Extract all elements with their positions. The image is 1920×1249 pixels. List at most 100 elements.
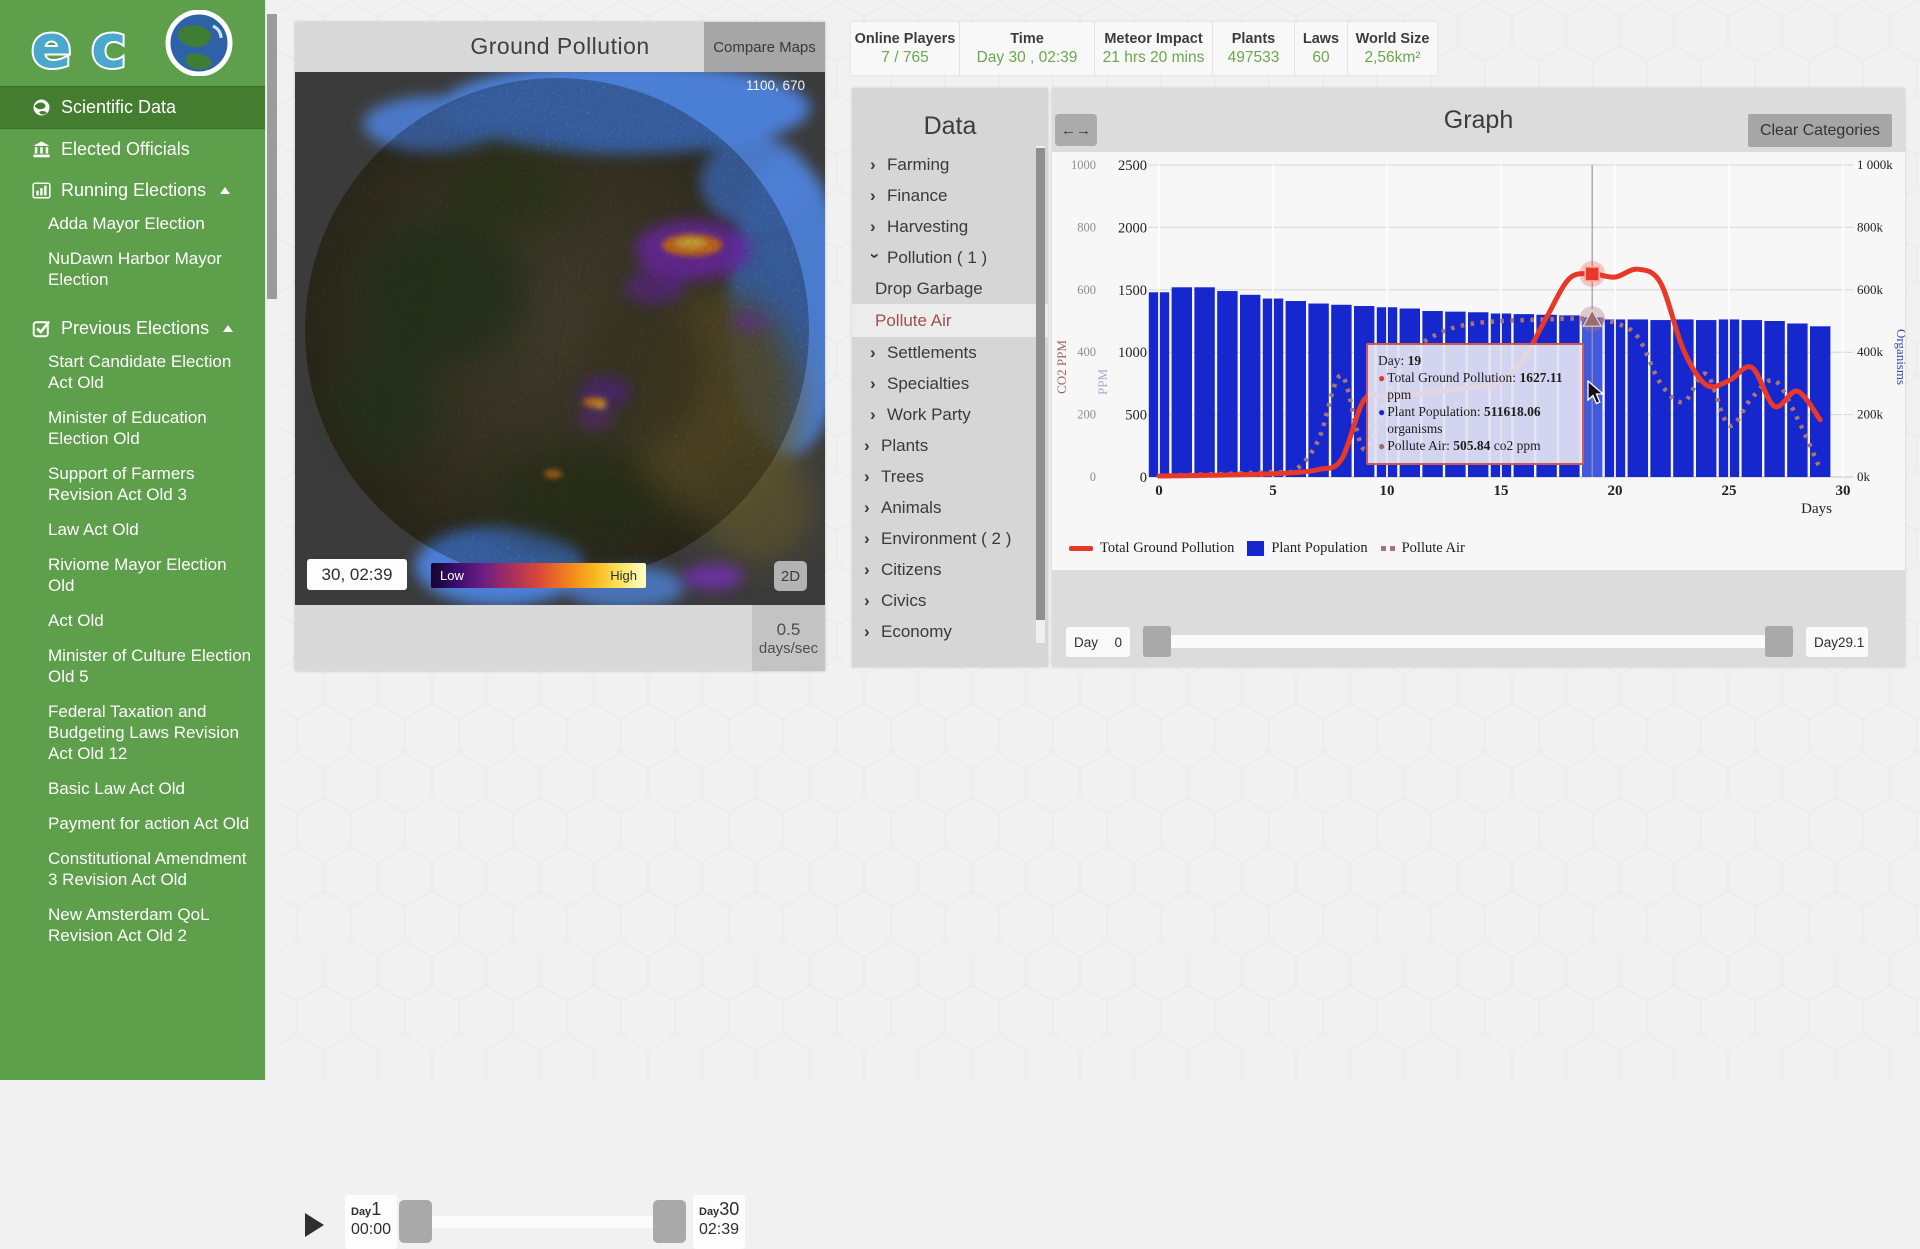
stat-value: 7 / 765 bbox=[881, 49, 928, 67]
legend-label: Plant Population bbox=[1271, 540, 1367, 557]
eco-logo: e c bbox=[0, 0, 265, 86]
timeline-handle-left[interactable] bbox=[399, 1200, 432, 1243]
svg-text:2500: 2500 bbox=[1118, 158, 1147, 174]
map-header: Ground Pollution Compare Maps bbox=[295, 22, 825, 72]
svg-text:15: 15 bbox=[1494, 483, 1509, 499]
sidebar-scrollbar[interactable] bbox=[265, 0, 277, 1080]
collapse-caret-icon bbox=[223, 325, 233, 332]
sidebar-subitem[interactable]: New Amsterdam QoL Revision Act Old 2 bbox=[48, 904, 255, 946]
bar-day-1 bbox=[1172, 287, 1192, 477]
sidebar-scrollbar-thumb[interactable] bbox=[267, 14, 277, 299]
data-category-label: Animals bbox=[881, 498, 941, 518]
sidebar-subitem[interactable]: Payment for action Act Old bbox=[48, 813, 255, 834]
data-category-work-party[interactable]: ›Work Party bbox=[852, 399, 1048, 430]
data-category-label: Environment ( 2 ) bbox=[881, 529, 1011, 549]
bar-day-3 bbox=[1217, 291, 1237, 477]
svg-text:0: 0 bbox=[1155, 483, 1163, 499]
sidebar-subitem[interactable]: Basic Law Act Old bbox=[48, 778, 255, 799]
chevron-right-icon: › bbox=[870, 343, 880, 363]
range-end-label: Day29.1 bbox=[1806, 627, 1868, 657]
data-category-environment-2[interactable]: ›Environment ( 2 ) bbox=[852, 523, 1048, 554]
range-handle-left[interactable] bbox=[1143, 626, 1171, 657]
data-panel-scrollbar[interactable] bbox=[1036, 146, 1045, 643]
svg-text:Days: Days bbox=[1801, 501, 1832, 517]
sidebar-subitem[interactable]: Support of Farmers Revision Act Old 3 bbox=[48, 463, 255, 505]
data-category-civics[interactable]: ›Civics bbox=[852, 585, 1048, 616]
svg-text:1500: 1500 bbox=[1118, 283, 1147, 299]
world-map[interactable] bbox=[295, 72, 825, 605]
legend-label: Pollute Air bbox=[1402, 540, 1465, 557]
sidebar-subitem[interactable]: NuDawn Harbor Mayor Election bbox=[48, 248, 255, 290]
svg-text:200: 200 bbox=[1077, 408, 1096, 422]
svg-text:1 000k: 1 000k bbox=[1857, 157, 1893, 172]
sidebar-item-label: Running Elections bbox=[61, 180, 206, 201]
svg-text:c: c bbox=[91, 12, 127, 76]
timeline-end-label: Day30 02:39 bbox=[693, 1195, 745, 1249]
data-category-trees[interactable]: ›Trees bbox=[852, 461, 1048, 492]
expand-range-button[interactable]: ←→ bbox=[1055, 114, 1097, 146]
data-category-label: Harvesting bbox=[887, 217, 968, 237]
data-category-farming[interactable]: ›Farming bbox=[852, 149, 1048, 180]
svg-text:800: 800 bbox=[1077, 220, 1096, 234]
data-category-economy[interactable]: ›Economy bbox=[852, 616, 1048, 647]
svg-text:0k: 0k bbox=[1857, 469, 1871, 484]
sidebar-item-elected-officials[interactable]: Elected Officials bbox=[0, 129, 265, 170]
stat-value: 60 bbox=[1312, 49, 1329, 67]
stat-laws: Laws60 bbox=[1295, 22, 1348, 75]
collapse-caret-icon bbox=[220, 187, 230, 194]
sidebar-item-previous-elections[interactable]: Previous Elections bbox=[0, 308, 265, 349]
legend-label: Total Ground Pollution bbox=[1100, 540, 1234, 557]
sidebar-subitem[interactable]: Law Act Old bbox=[48, 519, 255, 540]
data-scrollbar-thumb[interactable] bbox=[1036, 148, 1045, 620]
svg-text:800k: 800k bbox=[1857, 219, 1884, 234]
map-2d-toggle-button[interactable]: 2D bbox=[774, 561, 807, 591]
sidebar-item-running-elections[interactable]: Running Elections bbox=[0, 170, 265, 211]
sidebar-item-scientific-data[interactable]: Scientific Data bbox=[0, 86, 265, 129]
data-category-drop-garbage[interactable]: Drop Garbage bbox=[852, 273, 1048, 304]
data-category-settlements[interactable]: ›Settlements bbox=[852, 337, 1048, 368]
chevron-right-icon: › bbox=[864, 467, 874, 487]
data-category-label: Farming bbox=[887, 155, 949, 175]
sidebar-subitem[interactable]: Constitutional Amendment 3 Revision Act … bbox=[48, 848, 255, 890]
stat-label: Plants bbox=[1232, 31, 1276, 47]
svg-text:5: 5 bbox=[1269, 483, 1277, 499]
clear-categories-button[interactable]: Clear Categories bbox=[1748, 114, 1892, 147]
data-category-finance[interactable]: ›Finance bbox=[852, 180, 1048, 211]
sidebar-subitem[interactable]: Riviome Mayor Election Old bbox=[48, 554, 255, 596]
data-category-label: Citizens bbox=[881, 560, 941, 580]
data-category-pollute-air[interactable]: Pollute Air bbox=[852, 304, 1048, 337]
play-icon[interactable] bbox=[305, 1213, 324, 1237]
scale-low-label: Low bbox=[440, 568, 464, 583]
data-category-label: Drop Garbage bbox=[875, 279, 983, 299]
sidebar-subitem[interactable]: Federal Taxation and Budgeting Laws Revi… bbox=[48, 701, 255, 764]
stat-value: 2,56km² bbox=[1365, 49, 1421, 67]
chevron-right-icon: › bbox=[864, 436, 874, 456]
svg-text:400k: 400k bbox=[1857, 344, 1884, 359]
bar-day-26 bbox=[1742, 320, 1762, 477]
stat-label: World Size bbox=[1356, 31, 1430, 47]
map-time-badge: 30, 02:39 bbox=[307, 559, 407, 590]
range-slider-track[interactable] bbox=[1143, 635, 1768, 648]
data-category-citizens[interactable]: ›Citizens bbox=[852, 554, 1048, 585]
chevron-right-icon: › bbox=[864, 498, 874, 518]
sidebar: e c Scientific DataElected Officials Runn… bbox=[0, 0, 265, 1080]
map-cursor-coordinates: 1100, 670 bbox=[746, 78, 805, 93]
sidebar-subitem[interactable]: Act Old bbox=[48, 610, 255, 631]
data-category-plants[interactable]: ›Plants bbox=[852, 430, 1048, 461]
sidebar-subitem[interactable]: Start Candidate Election Act Old bbox=[48, 351, 255, 393]
data-category-pollution-1[interactable]: ›Pollution ( 1 ) bbox=[852, 242, 1048, 273]
range-handle-right[interactable] bbox=[1765, 626, 1793, 657]
sidebar-subitem[interactable]: Adda Mayor Election bbox=[48, 213, 255, 234]
data-panel-title: Data bbox=[852, 88, 1048, 141]
data-category-animals[interactable]: › Animals bbox=[852, 492, 1048, 523]
compare-maps-button[interactable]: Compare Maps bbox=[704, 22, 825, 72]
timeline-slider-track[interactable] bbox=[403, 1216, 685, 1228]
data-category-list: ›Farming›Finance›Harvesting›Pollution ( … bbox=[852, 149, 1048, 647]
sidebar-subitem[interactable]: Minister of Culture Election Old 5 bbox=[48, 645, 255, 687]
sidebar-subitem[interactable]: Minister of Education Election Old bbox=[48, 407, 255, 449]
data-category-specialties[interactable]: ›Specialties bbox=[852, 368, 1048, 399]
data-category-harvesting[interactable]: ›Harvesting bbox=[852, 211, 1048, 242]
globe-icon bbox=[32, 98, 51, 117]
timeline-handle-right[interactable] bbox=[653, 1200, 686, 1243]
stat-label: Meteor Impact bbox=[1104, 31, 1202, 47]
